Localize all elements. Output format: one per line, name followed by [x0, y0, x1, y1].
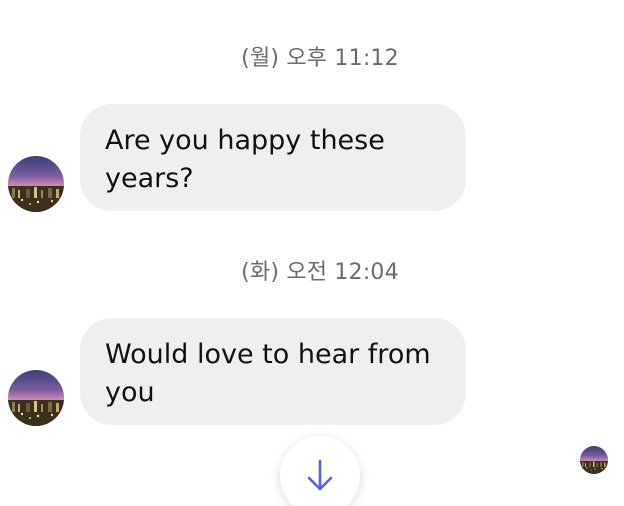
- seen-avatar: [580, 446, 608, 474]
- sender-avatar[interactable]: [8, 156, 64, 212]
- seen-avatar-photo: [580, 446, 608, 474]
- avatar-photo: [8, 370, 64, 426]
- arrow-down-icon: [307, 459, 333, 491]
- sender-avatar[interactable]: [8, 370, 64, 426]
- message-timestamp: (월) 오후 11:12: [241, 46, 399, 71]
- chat-screen: (월) 오후 11:12 Are you happy these years? …: [0, 0, 624, 506]
- avatar-photo: [8, 156, 64, 212]
- message-bubble[interactable]: Would love to hear from you: [80, 318, 466, 425]
- message-bubble[interactable]: Are you happy these years?: [80, 104, 466, 211]
- message-timestamp: (화) 오전 12:04: [241, 260, 399, 285]
- scroll-to-bottom-button[interactable]: [280, 436, 360, 506]
